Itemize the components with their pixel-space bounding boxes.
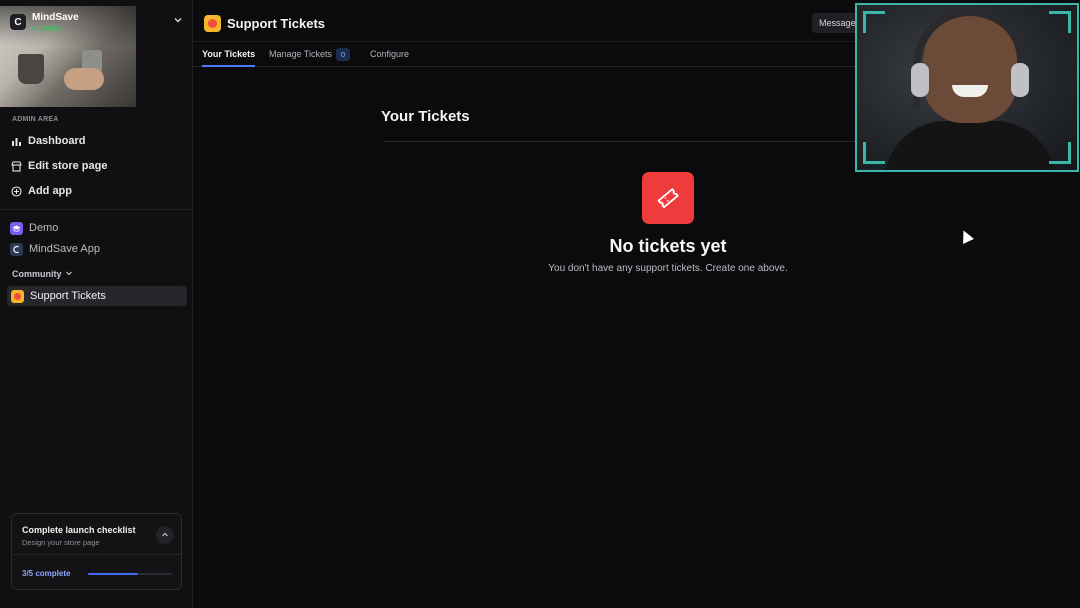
community-label: Community — [12, 269, 62, 279]
chart-bar-icon — [10, 135, 22, 147]
tab-manage-tickets[interactable]: Manage Tickets 0 — [269, 43, 351, 67]
checklist-divider — [12, 554, 181, 555]
sidebar-item-label: Demo — [29, 222, 59, 234]
sidebar-item-edit-store-page[interactable]: Edit store page — [10, 157, 107, 175]
sidebar-item-demo[interactable]: Demo — [10, 219, 58, 237]
sidebar-item-label: Add app — [28, 185, 72, 197]
sidebar-item-dashboard[interactable]: Dashboard — [10, 132, 85, 150]
app-title-text: Support Tickets — [227, 16, 326, 31]
graduation-cap-icon — [10, 221, 23, 235]
community-section-toggle[interactable]: Community — [12, 269, 73, 279]
sidebar-item-label: Dashboard — [28, 135, 86, 147]
chevron-up-icon[interactable] — [156, 526, 174, 544]
checklist-title: Complete launch checklist — [22, 525, 136, 535]
workspace-switcher[interactable]: C MindSave ● Online — [10, 12, 79, 33]
checklist-subtitle: Design your store page — [22, 538, 100, 547]
ticket-icon — [642, 172, 694, 224]
empty-state-subtitle: You don't have any support tickets. Crea… — [548, 263, 788, 274]
tab-label: Your Tickets — [202, 49, 256, 59]
webcam-overlay — [855, 3, 1079, 172]
tab-your-tickets[interactable]: Your Tickets — [202, 43, 256, 67]
mouse-cursor-icon — [958, 228, 974, 244]
sidebar-item-add-app[interactable]: Add app — [10, 182, 72, 200]
title-divider — [383, 141, 863, 142]
plus-circle-icon — [10, 185, 22, 197]
tab-configure[interactable]: Configure — [370, 43, 409, 67]
page-title: Your Tickets — [381, 108, 470, 125]
chevron-down-icon[interactable] — [170, 14, 186, 30]
tab-count-badge: 0 — [336, 48, 351, 61]
mindsave-logo-icon — [10, 242, 23, 256]
sidebar-divider — [0, 209, 192, 210]
sidebar-item-label: Edit store page — [28, 160, 108, 172]
checklist-progress-bar — [88, 573, 172, 575]
store-icon — [10, 160, 22, 172]
sidebar-item-label: MindSave App — [29, 243, 100, 255]
sidebar: C MindSave ● Online ADMIN AREA Dashboard… — [0, 0, 193, 608]
chevron-down-icon — [65, 269, 73, 279]
workspace-logo-icon: C — [10, 14, 26, 30]
workspace-name: MindSave — [32, 12, 79, 23]
checklist-progress-fill — [88, 573, 139, 575]
support-tickets-app-icon — [204, 15, 221, 32]
tab-label: Manage Tickets — [269, 49, 333, 59]
workspace-status: ● Online — [32, 24, 63, 33]
sidebar-item-support-tickets[interactable]: Support Tickets — [7, 286, 187, 306]
support-tickets-app-icon — [11, 289, 24, 303]
checklist-progress-label: 3/5 complete — [22, 569, 71, 578]
sidebar-item-label: Support Tickets — [30, 290, 106, 302]
tab-label: Configure — [370, 49, 410, 59]
admin-area-label: ADMIN AREA — [12, 116, 59, 123]
empty-state-title: No tickets yet — [609, 236, 727, 256]
sidebar-item-mindsave-app[interactable]: MindSave App — [10, 240, 100, 258]
launch-checklist-card[interactable]: Complete launch checklist Design your st… — [11, 513, 182, 590]
app-title: Support Tickets — [204, 15, 325, 32]
